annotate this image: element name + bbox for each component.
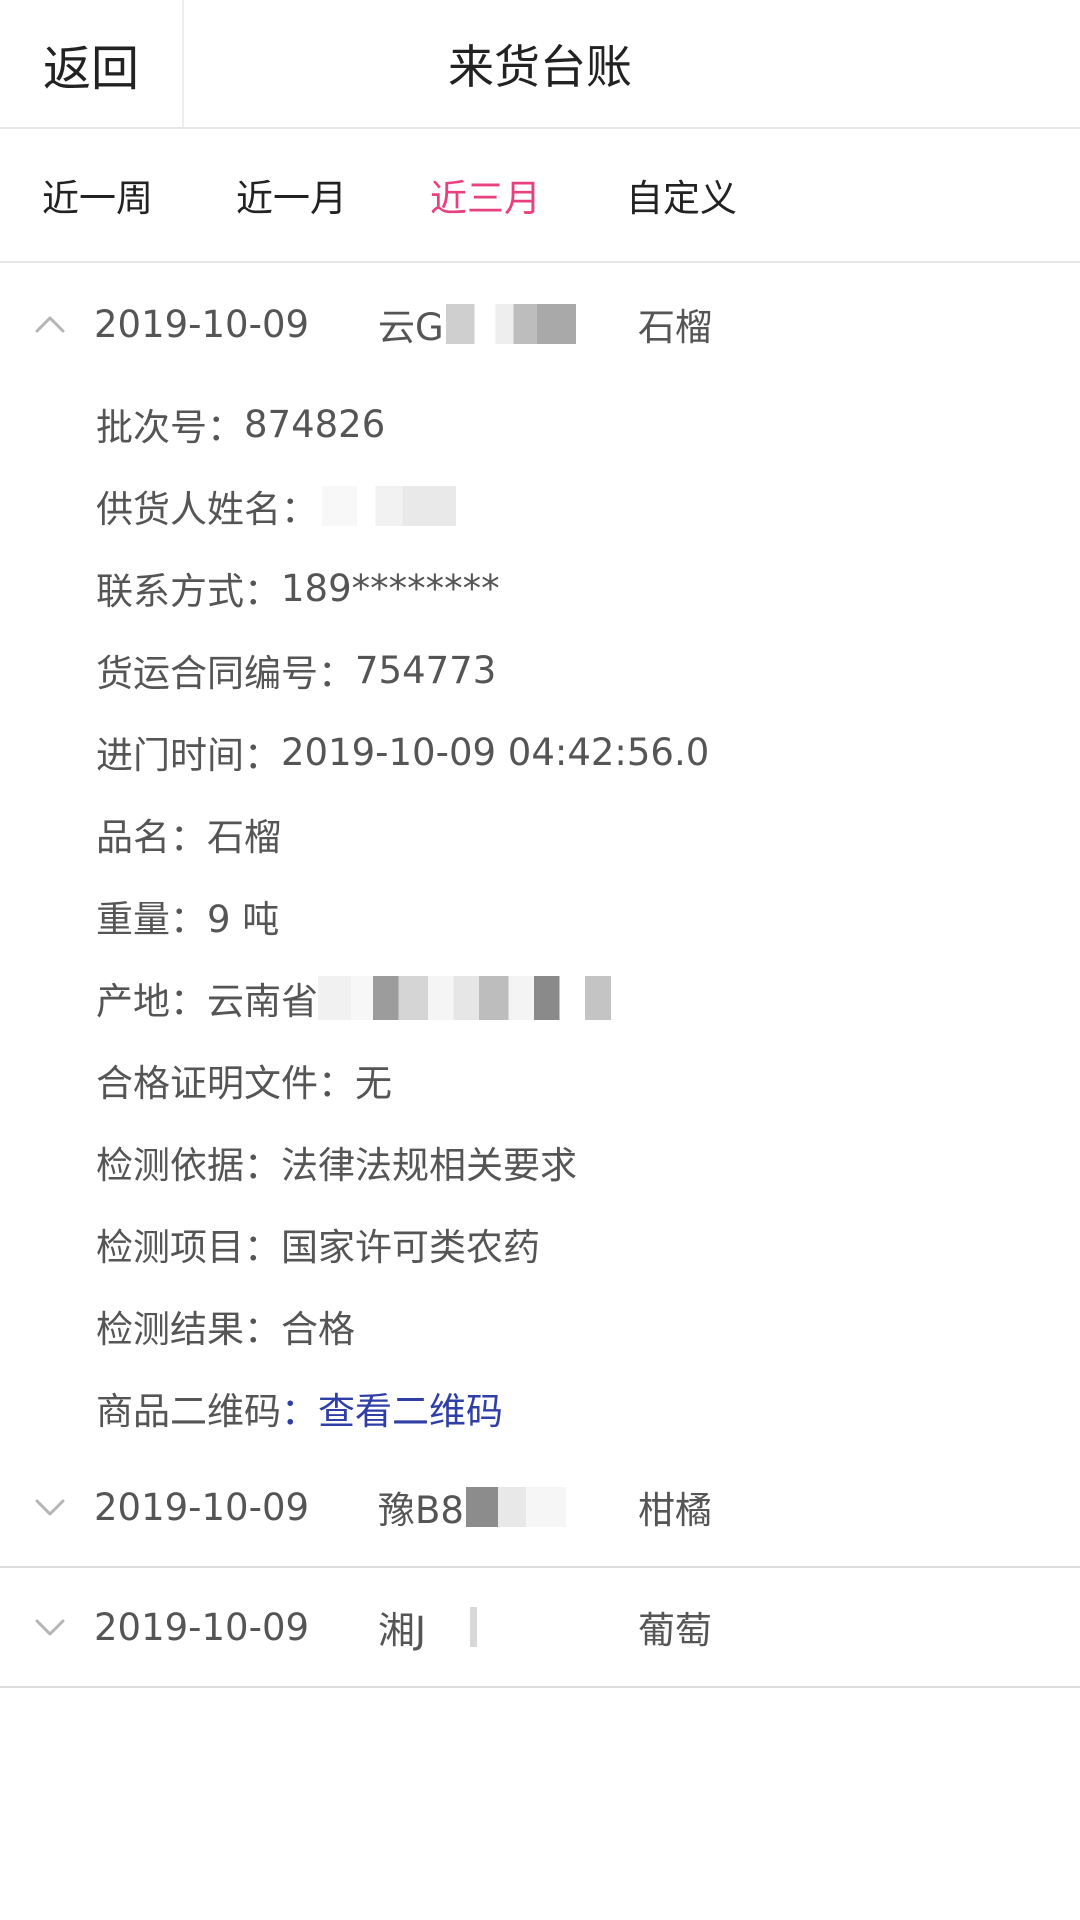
detail-entry-time: 进门时间： 2019-10-09 04:42:56.0	[96, 711, 1056, 793]
detail-product-name: 品名： 石榴	[96, 793, 1056, 875]
chevron-down-icon[interactable]	[32, 1448, 68, 1566]
back-button[interactable]: 返回	[0, 0, 184, 127]
detail-certificate: 合格证明文件： 无	[96, 1039, 1056, 1121]
tab-last-three-months[interactable]: 近三月	[430, 129, 541, 261]
detail-test-basis: 检测依据： 法律法规相关要求	[96, 1121, 1056, 1203]
redacted-origin-address	[318, 976, 684, 1020]
plate-prefix: 豫B8	[378, 1489, 464, 1532]
detail-value: 国家许可类农药	[281, 1226, 540, 1269]
record-plate: 豫B8	[378, 1448, 566, 1566]
detail-value: 9 吨	[207, 898, 280, 941]
page-title: 来货台账	[448, 39, 632, 94]
tab-last-month[interactable]: 近一月	[236, 129, 347, 261]
detail-value: 754773	[355, 648, 497, 692]
record-plate: 湘J	[378, 1568, 488, 1686]
detail-label: 商品二维码	[96, 1390, 281, 1433]
date-filter-tabs: 近一周 近一月 近三月 自定义	[0, 129, 1080, 263]
detail-label: 检测项目：	[96, 1226, 281, 1269]
redacted-plate	[427, 1607, 488, 1647]
record-row[interactable]: 2019-10-09 云G 石榴	[0, 265, 1080, 383]
detail-value: 无	[355, 1062, 392, 1105]
detail-label: 批次号：	[96, 406, 244, 449]
chevron-up-icon[interactable]	[32, 265, 68, 383]
detail-label: 货运合同编号：	[96, 652, 355, 695]
tab-custom[interactable]: 自定义	[626, 129, 737, 261]
detail-label: 联系方式：	[96, 570, 281, 613]
redacted-supplier-name	[322, 486, 456, 526]
record-product: 葡萄	[638, 1609, 712, 1652]
detail-qrcode: 商品二维码 ：查看二维码	[96, 1367, 1056, 1449]
detail-value: 法律法规相关要求	[281, 1144, 577, 1187]
record-details: 批次号： 874826 供货人姓名： 联系方式： 189******** 货运合…	[96, 383, 1056, 1449]
detail-batch: 批次号： 874826	[96, 383, 1056, 465]
detail-value: 874826	[244, 402, 386, 446]
detail-label: 检测结果：	[96, 1308, 281, 1351]
record-row[interactable]: 2019-10-09 豫B8 柑橘	[0, 1448, 1080, 1568]
record-date: 2019-10-09	[94, 1485, 310, 1529]
record-row[interactable]: 2019-10-09 湘J 葡萄	[0, 1568, 1080, 1688]
detail-contact: 联系方式： 189********	[96, 547, 1056, 629]
detail-label: 检测依据：	[96, 1144, 281, 1187]
detail-weight: 重量： 9 吨	[96, 875, 1056, 957]
record-product: 石榴	[638, 306, 712, 349]
chevron-down-icon[interactable]	[32, 1568, 68, 1686]
detail-label: 合格证明文件：	[96, 1062, 355, 1105]
detail-test-items: 检测项目： 国家许可类农药	[96, 1203, 1056, 1285]
top-bar: 返回 来货台账	[0, 0, 1080, 129]
detail-label: 产地：	[96, 980, 207, 1023]
record-plate: 云G	[378, 265, 576, 383]
tab-last-week[interactable]: 近一周	[42, 129, 153, 261]
record-date: 2019-10-09	[94, 1605, 310, 1649]
detail-supplier: 供货人姓名：	[96, 465, 1056, 547]
detail-label: 重量：	[96, 898, 207, 941]
detail-test-result: 检测结果： 合格	[96, 1285, 1056, 1367]
detail-origin: 产地： 云南省	[96, 957, 1056, 1039]
detail-value: 合格	[281, 1308, 355, 1351]
detail-contract: 货运合同编号： 754773	[96, 629, 1056, 711]
detail-value: 云南省	[207, 980, 318, 1023]
detail-value: 189********	[281, 566, 500, 610]
detail-value: 2019-10-09 04:42:56.0	[281, 730, 710, 774]
redacted-plate	[445, 304, 576, 344]
detail-label: 进门时间：	[96, 734, 281, 777]
plate-prefix: 湘J	[378, 1609, 426, 1652]
detail-label: 供货人姓名：	[96, 488, 318, 531]
record-product: 柑橘	[638, 1489, 712, 1532]
detail-label: 品名：	[96, 816, 207, 859]
screen: 返回 来货台账 近一周 近一月 近三月 自定义 2019-10-09 云G 石榴…	[0, 0, 1080, 1920]
record-date: 2019-10-09	[94, 302, 310, 346]
redacted-plate	[465, 1487, 566, 1527]
view-qrcode-link[interactable]: ：查看二维码	[281, 1381, 503, 1435]
plate-prefix: 云G	[378, 306, 444, 349]
detail-value: 石榴	[207, 816, 281, 859]
